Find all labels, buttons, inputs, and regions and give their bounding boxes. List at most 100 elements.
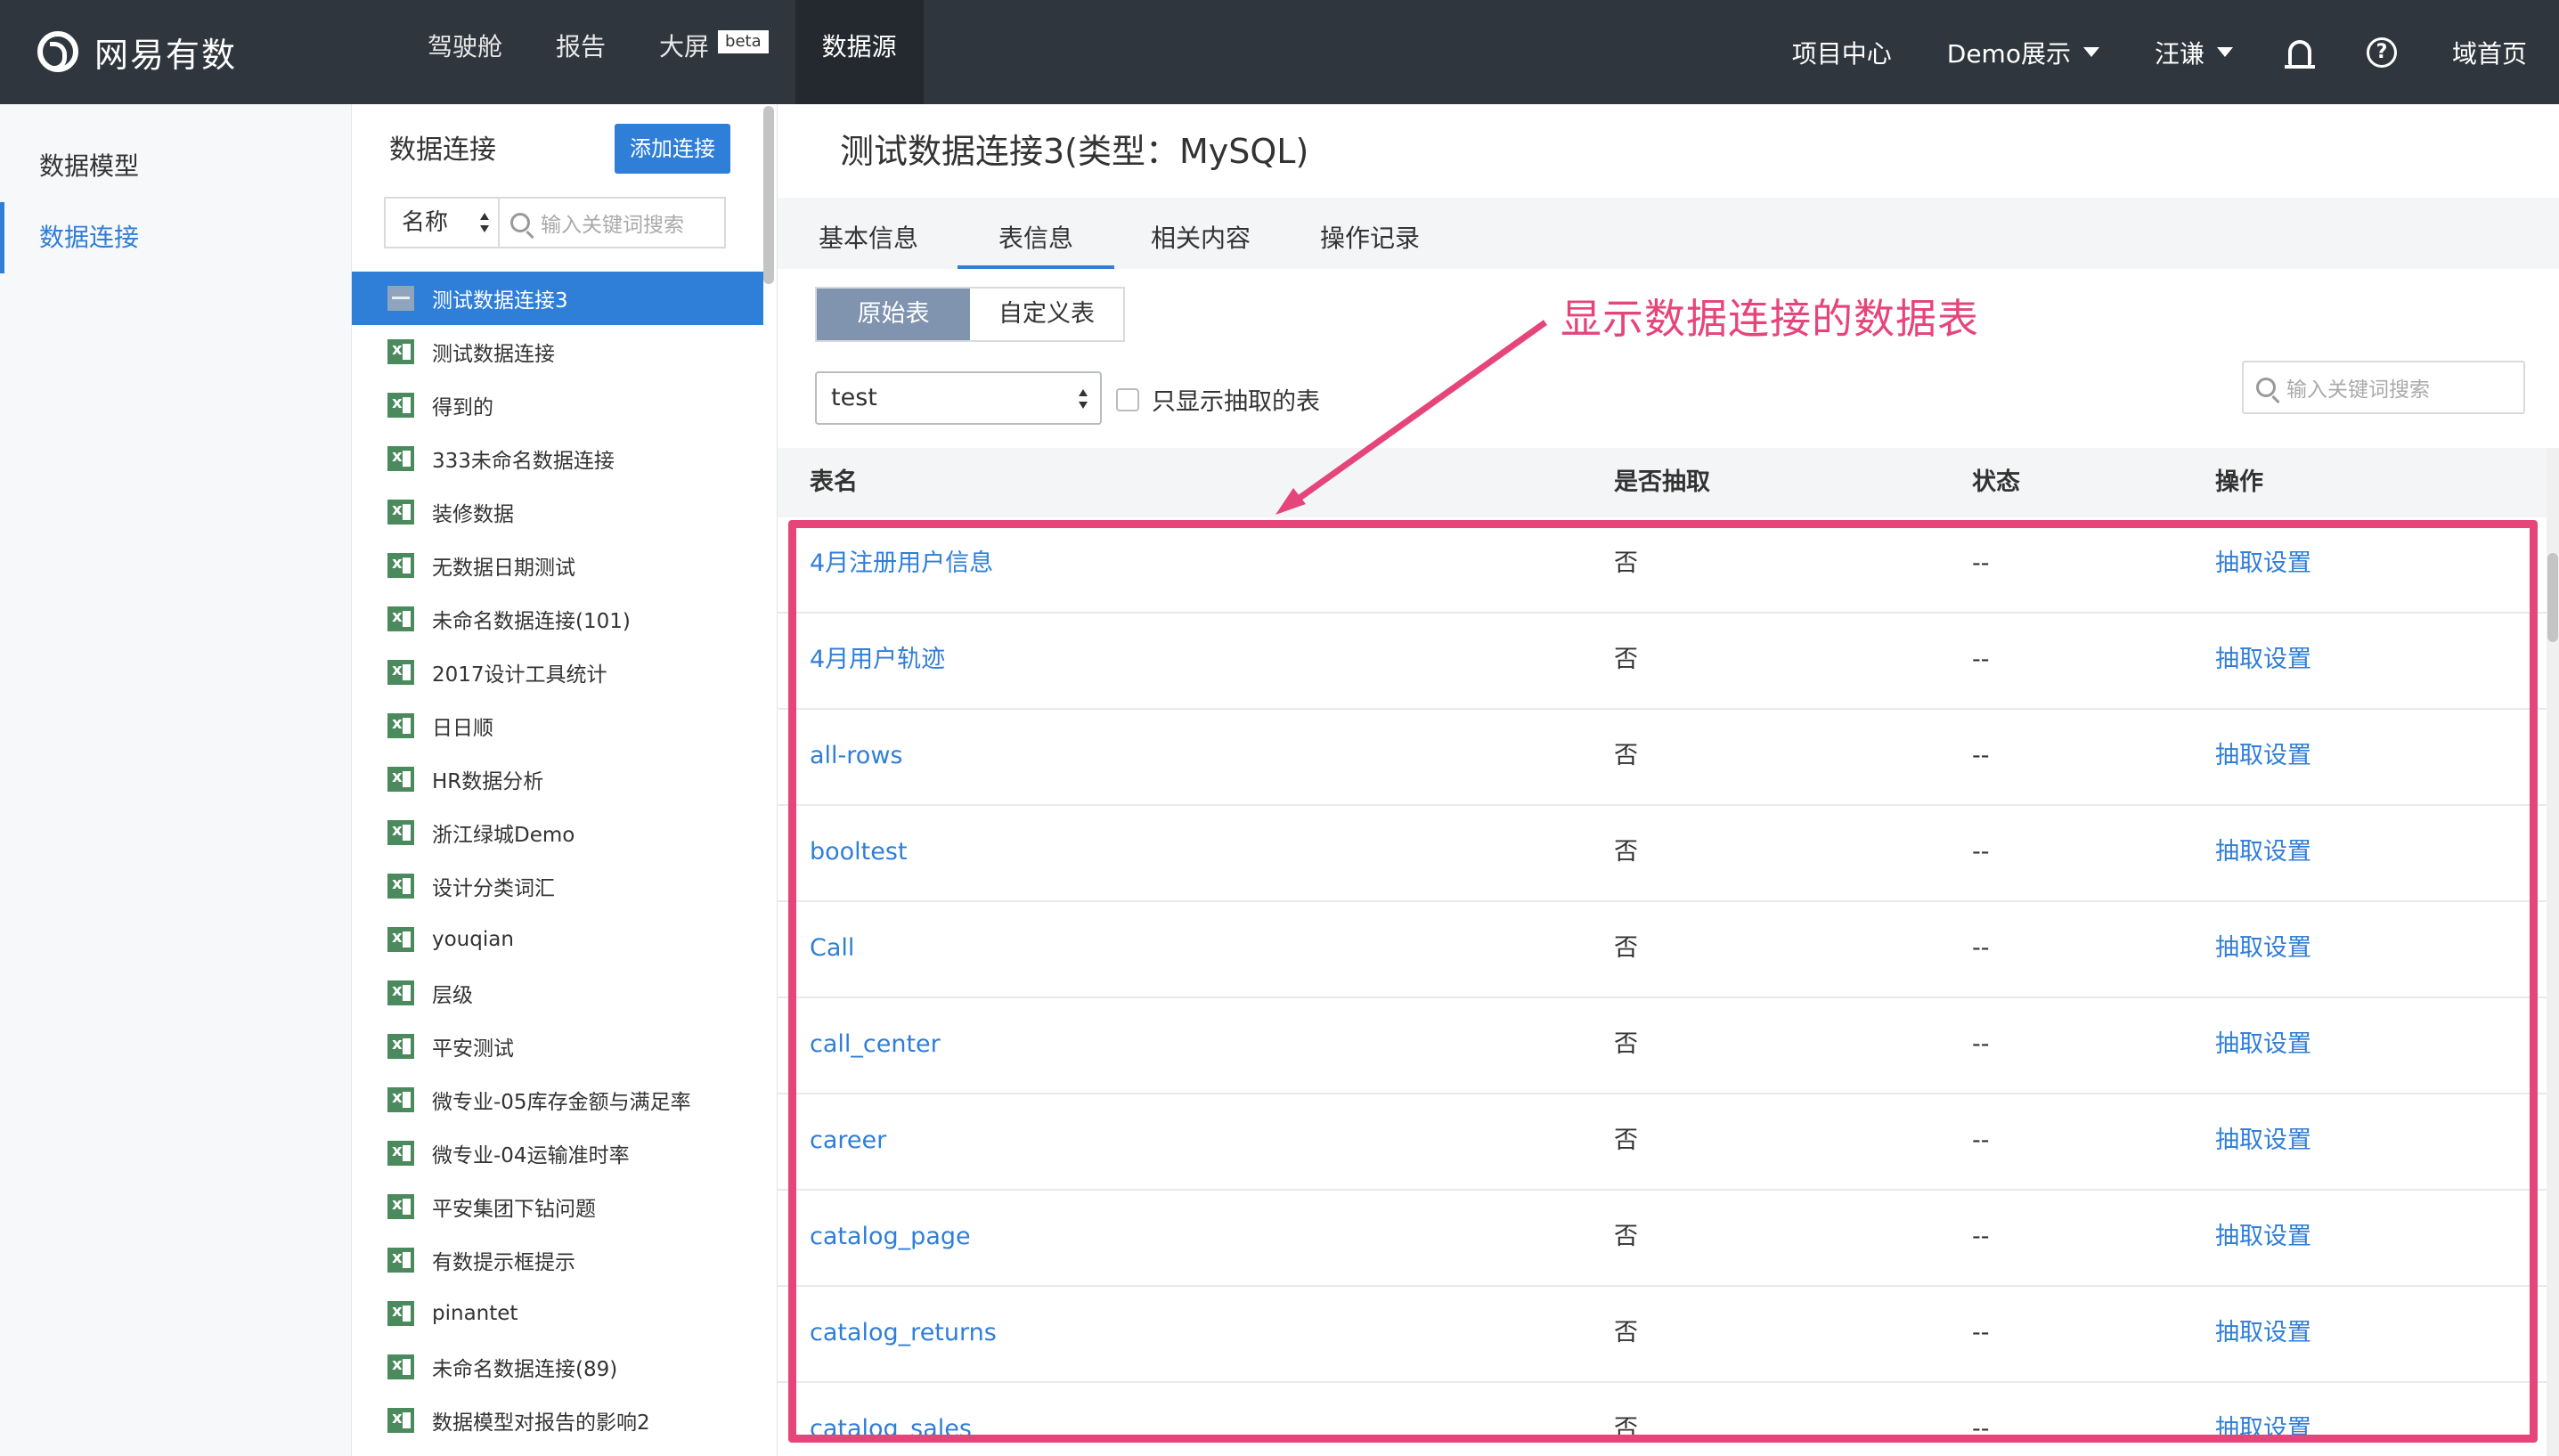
excel-icon — [387, 874, 414, 899]
connections-panel: 数据连接 添加连接 名称 输入关键词搜索 测试数据连接3 测试数据连接得到的 333… — [352, 104, 778, 1456]
connection-item[interactable]: HR数据分析 — [352, 752, 763, 806]
excel-icon — [387, 767, 414, 792]
demo-label: Demo展示 — [1946, 38, 2071, 69]
caret-down-icon — [2216, 47, 2233, 57]
tab-table-info[interactable]: 表信息 — [958, 198, 1114, 269]
column-header-table-name[interactable]: 表名 — [810, 448, 858, 517]
connection-item[interactable]: youqian — [352, 913, 763, 966]
connection-label: 无数据日期测试 — [432, 557, 575, 580]
column-header-actions[interactable]: 操作 — [2215, 448, 2263, 517]
excel-icon — [387, 1034, 414, 1059]
logo[interactable]: 网易有数 — [37, 27, 237, 77]
annotation-text: 显示数据连接的数据表 — [1561, 295, 1979, 343]
only-extracted-toggle[interactable]: 只显示抽取的表 — [1116, 382, 1320, 417]
connection-label: 333未命名数据连接 — [432, 450, 615, 473]
connection-item[interactable]: 无数据日期测试 — [352, 539, 763, 592]
table-scrollbar-thumb[interactable] — [2547, 553, 2558, 642]
connection-search-input[interactable]: 输入关键词搜索 — [500, 199, 724, 247]
excel-icon — [387, 393, 414, 418]
connection-item[interactable]: 数据模型对报告的影响2 — [352, 1394, 763, 1447]
connection-item[interactable]: pinantet — [352, 1287, 763, 1340]
connection-list: 测试数据连接3 测试数据连接得到的 333未命名数据连接装修数据无数据日期测试未命名… — [352, 272, 763, 1447]
segment-custom-tables[interactable]: 自定义表 — [970, 289, 1123, 340]
filter-field-select[interactable]: 名称 — [386, 199, 500, 247]
excel-icon — [387, 660, 414, 685]
column-header-status[interactable]: 状态 — [1972, 448, 2020, 517]
connection-item[interactable]: 设计分类词汇 — [352, 859, 763, 913]
table-header: 表名 是否抽取 状态 操作 — [778, 448, 2547, 517]
tab-basic-info[interactable]: 基本信息 — [815, 198, 922, 269]
only-extracted-checkbox[interactable] — [1116, 387, 1139, 411]
demo-dropdown[interactable]: Demo展示 — [1947, 35, 2099, 70]
search-icon — [510, 213, 530, 232]
database-select-value: test — [831, 384, 877, 411]
excel-icon — [387, 1354, 414, 1379]
connection-item[interactable]: 得到的 — [352, 378, 763, 432]
connection-label: 层级 — [432, 984, 473, 1007]
nav-label: 驾驶舱 — [428, 32, 503, 61]
table-search-input[interactable]: 输入关键词搜索 — [2242, 361, 2525, 414]
connection-item[interactable]: 浙江绿城Demo — [352, 806, 763, 859]
mysql-icon — [387, 286, 414, 311]
connections-title: 数据连接 — [389, 134, 496, 166]
add-connection-button[interactable]: 添加连接 — [615, 124, 730, 174]
column-header-extracted[interactable]: 是否抽取 — [1614, 448, 1710, 517]
connection-item[interactable]: 有数提示框提示 — [352, 1233, 763, 1287]
connection-item[interactable]: 测试数据连接3 — [352, 272, 763, 325]
help-button[interactable]: ? — [2366, 37, 2397, 68]
excel-icon — [387, 553, 414, 578]
nav-bigscreen[interactable]: 大屏 beta — [632, 0, 795, 104]
connection-item[interactable]: 测试数据连接 — [352, 325, 763, 378]
page-title: 测试数据连接3(类型：MySQL) — [840, 132, 1309, 171]
select-arrows-icon — [480, 213, 489, 232]
connection-item[interactable]: 装修数据 — [352, 485, 763, 539]
only-extracted-label: 只显示抽取的表 — [1152, 388, 1320, 416]
top-navigation-bar: 网易有数 驾驶舱 报告 大屏 beta 数据源 项目中心 Demo展示 汪谦 ? … — [0, 0, 2559, 104]
project-center-link[interactable]: 项目中心 — [1792, 35, 1892, 70]
connections-scrollbar[interactable] — [763, 106, 774, 284]
tab-related-content[interactable]: 相关内容 — [1143, 198, 1259, 269]
bell-icon — [2284, 39, 2315, 69]
connection-item[interactable]: 微专业-05库存金额与满足率 — [352, 1073, 763, 1127]
excel-icon — [387, 713, 414, 738]
connection-label: 设计分类词汇 — [432, 877, 555, 900]
connection-label: 未命名数据连接(89) — [432, 1358, 618, 1381]
connection-item[interactable]: 日日顺 — [352, 699, 763, 752]
connection-search: 名称 输入关键词搜索 — [384, 197, 726, 248]
connection-label: HR数据分析 — [432, 770, 544, 793]
connection-label: 微专业-05库存金额与满足率 — [432, 1091, 691, 1114]
excel-icon — [387, 1087, 414, 1112]
connection-item[interactable]: 未命名数据连接(101) — [352, 592, 763, 646]
connection-item[interactable]: 平安集团下钻问题 — [352, 1180, 763, 1233]
notifications-button[interactable] — [2284, 39, 2315, 69]
excel-icon — [387, 339, 414, 364]
nav-report[interactable]: 报告 — [529, 0, 632, 104]
filter-field-value: 名称 — [402, 209, 449, 236]
connection-label: 数据模型对报告的影响2 — [432, 1411, 650, 1435]
excel-icon — [387, 1248, 414, 1273]
nav-label: 数据源 — [821, 32, 897, 61]
user-dropdown[interactable]: 汪谦 — [2155, 35, 2233, 70]
main-nav: 驾驶舱 报告 大屏 beta 数据源 — [401, 0, 924, 104]
nav-datasource[interactable]: 数据源 — [795, 0, 924, 104]
search-placeholder: 输入关键词搜索 — [2286, 378, 2430, 402]
connection-item[interactable]: 333未命名数据连接 — [352, 432, 763, 485]
excel-icon — [387, 500, 414, 525]
connection-item[interactable]: 平安测试 — [352, 1020, 763, 1073]
connection-item[interactable]: 微专业-04运输准时率 — [352, 1127, 763, 1180]
database-select[interactable]: test — [815, 371, 1102, 425]
segment-original-tables[interactable]: 原始表 — [817, 289, 970, 340]
tab-operation-log[interactable]: 操作记录 — [1312, 198, 1428, 269]
logo-text: 网易有数 — [94, 35, 238, 75]
sidebar-item-data-model[interactable]: 数据模型 — [0, 131, 352, 202]
connection-label: 测试数据连接 — [432, 343, 555, 366]
domain-home-link[interactable]: 域首页 — [2452, 35, 2527, 70]
connection-item[interactable]: 层级 — [352, 966, 763, 1020]
table-scrollbar[interactable] — [2547, 448, 2559, 1456]
sidebar-item-data-connection[interactable]: 数据连接 — [0, 202, 352, 273]
excel-icon — [387, 1301, 414, 1326]
nav-cockpit[interactable]: 驾驶舱 — [401, 0, 529, 104]
connection-item[interactable]: 2017设计工具统计 — [352, 646, 763, 699]
excel-icon — [387, 1408, 414, 1433]
connection-item[interactable]: 未命名数据连接(89) — [352, 1340, 763, 1394]
